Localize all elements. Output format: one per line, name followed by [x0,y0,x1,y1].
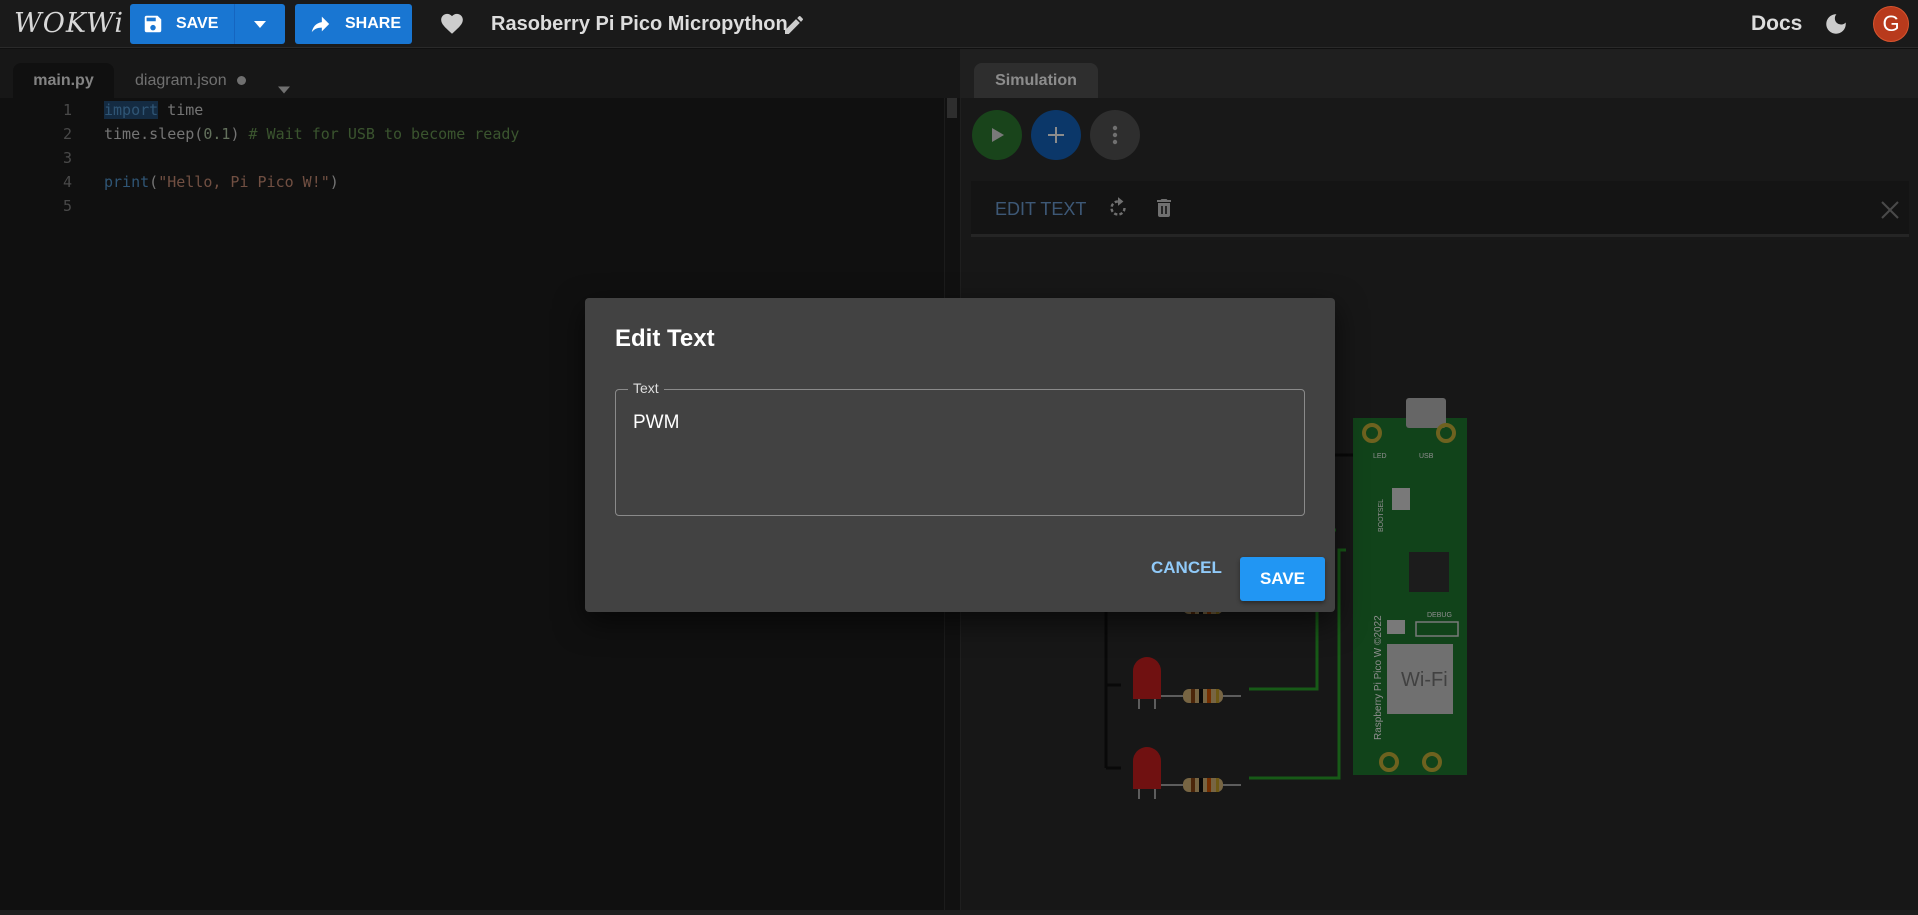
floppy-icon [144,15,162,33]
caret-down-icon [254,21,266,28]
cancel-button[interactable]: CANCEL [1151,558,1222,578]
text-field-label: Text [628,380,664,396]
text-field[interactable]: Text PWM [615,380,1305,516]
share-label: SHARE [345,15,402,32]
top-bar: WOKWi SAVE SHARE Rasoberry Pi Pico Micro… [0,0,1918,48]
dialog-title: Edit Text [615,325,715,352]
docs-link[interactable]: Docs [1751,12,1802,36]
share-arrow-icon [311,16,330,33]
avatar[interactable]: G [1873,6,1909,42]
pencil-icon[interactable] [782,13,806,37]
wokwi-logo[interactable]: WOKWi [14,8,124,39]
save-dropdown-button[interactable] [235,19,285,29]
edit-text-dialog: Edit Text Text PWM CANCEL SAVE [585,298,1335,612]
save-label: SAVE [176,15,219,32]
text-field-value[interactable]: PWM [633,412,679,434]
share-button[interactable]: SHARE [295,4,412,44]
project-title: Rasoberry Pi Pico Micropython [491,13,788,35]
dialog-save-button[interactable]: SAVE [1240,557,1325,601]
heart-icon[interactable] [438,11,466,37]
moon-icon[interactable] [1823,11,1849,37]
save-button[interactable]: SAVE [130,4,285,44]
